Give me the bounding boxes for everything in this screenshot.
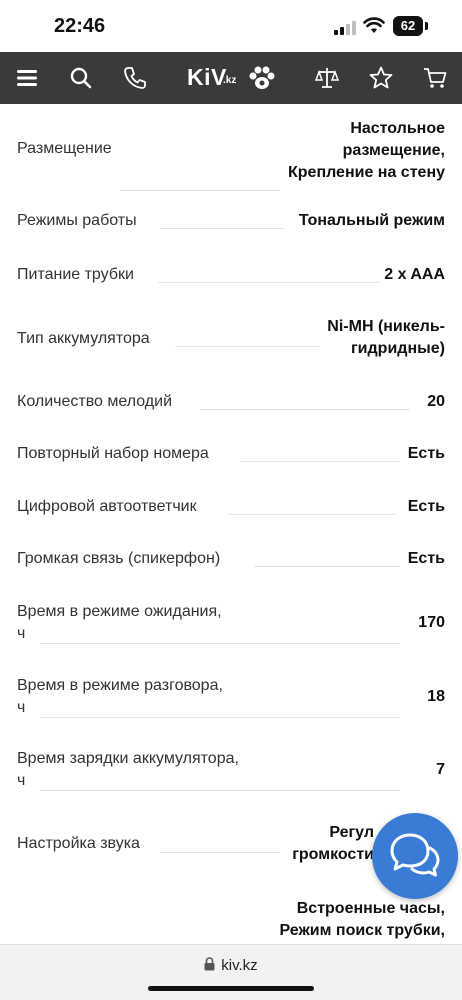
logo-text: KiV (187, 64, 227, 90)
spec-value: 7 (436, 761, 445, 778)
spec-label: Громкая связь (спикерфон) (17, 550, 221, 567)
spec-label: Время зарядки аккумулятора, ч (17, 750, 239, 789)
spec-dotted-leader (228, 514, 396, 515)
wifi-icon (363, 17, 385, 33)
spec-value: 2 x AAA (384, 266, 445, 283)
battery-indicator: 62 (393, 16, 423, 36)
spec-value: Есть (407, 445, 445, 462)
spec-dotted-leader (254, 566, 400, 567)
phone-icon[interactable] (121, 64, 149, 92)
battery-tip (425, 22, 428, 30)
chat-button[interactable] (372, 813, 458, 899)
cart-icon[interactable] (421, 64, 449, 92)
spec-dotted-leader (160, 852, 280, 853)
spec-value: Настольное размещение, Крепление на стен… (288, 120, 445, 181)
spec-label: Режимы работы (17, 212, 137, 229)
lock-icon (204, 957, 215, 971)
spec-value: 20 (427, 393, 445, 410)
spec-value: 18 (427, 688, 445, 705)
spec-dotted-leader (240, 461, 400, 462)
spec-dotted-leader (40, 790, 400, 791)
home-indicator (148, 986, 314, 991)
spec-label: Настройка звука (17, 835, 140, 852)
spec-dotted-leader (120, 190, 280, 191)
kiv-logo[interactable]: KiV .kz (187, 64, 277, 92)
url-text: kiv.kz (221, 957, 258, 974)
spec-value: Есть (407, 550, 445, 567)
status-time: 22:46 (54, 15, 106, 37)
spec-label: Время в режиме разговора, ч (17, 677, 223, 716)
spec-value: 170 (418, 614, 445, 631)
url-display[interactable]: kiv.kz (0, 957, 462, 974)
spec-label: Тип аккумулятора (17, 330, 150, 347)
spec-value: Тональный режим (298, 212, 445, 229)
spec-label: Размещение (17, 140, 112, 157)
logo-suffix: .kz (223, 75, 237, 86)
spec-value: Ni-MH (никель- гидридные) (327, 318, 445, 357)
favorites-icon[interactable] (367, 64, 395, 92)
spec-label: Питание трубки (17, 266, 134, 283)
top-navigation: KiV .kz (0, 52, 462, 104)
menu-icon[interactable] (13, 64, 41, 92)
spec-label: Повторный набор номера (17, 445, 209, 462)
chat-bubbles-icon (390, 833, 440, 877)
spec-dotted-leader (175, 346, 320, 347)
search-icon[interactable] (67, 64, 95, 92)
compare-icon[interactable] (313, 64, 341, 92)
browser-address-bar[interactable]: kiv.kz (0, 944, 462, 1000)
paw-logo-icon (249, 66, 275, 89)
spec-dotted-leader (40, 643, 400, 644)
status-bar: 22:46 62 (0, 0, 462, 52)
spec-value: Есть (407, 498, 445, 515)
spec-value: Регул громкости (292, 824, 374, 863)
cellular-signal-icon (334, 20, 356, 35)
spec-dotted-leader (158, 282, 380, 283)
spec-label: Количество мелодий (17, 393, 173, 410)
spec-value: Встроенные часы, Режим поиск трубки, (279, 900, 445, 939)
spec-dotted-leader (40, 717, 400, 718)
spec-label: Время в режиме ожидания, ч (17, 603, 222, 642)
spec-dotted-leader (160, 228, 284, 229)
spec-dotted-leader (200, 409, 410, 410)
spec-label: Цифровой автоответчик (17, 498, 197, 515)
